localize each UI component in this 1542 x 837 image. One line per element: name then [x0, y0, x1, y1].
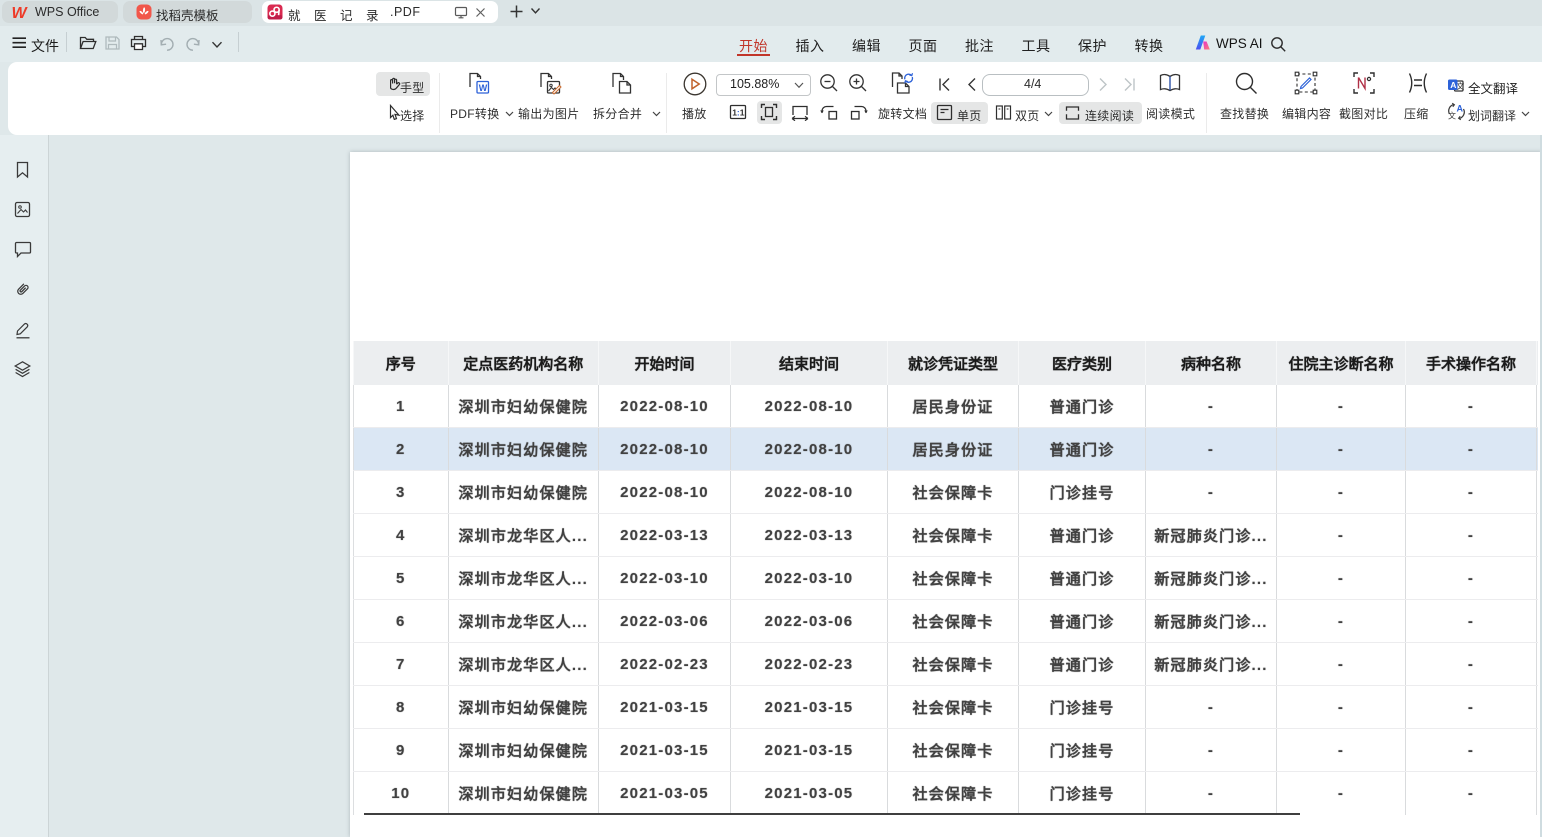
- svg-text:A: A: [1450, 80, 1456, 90]
- svg-text:W: W: [479, 83, 488, 93]
- svg-text:1:1: 1:1: [732, 108, 745, 118]
- svg-text:文: 文: [1448, 111, 1456, 121]
- svg-text:W: W: [12, 5, 29, 21]
- svg-text:A: A: [1457, 104, 1464, 114]
